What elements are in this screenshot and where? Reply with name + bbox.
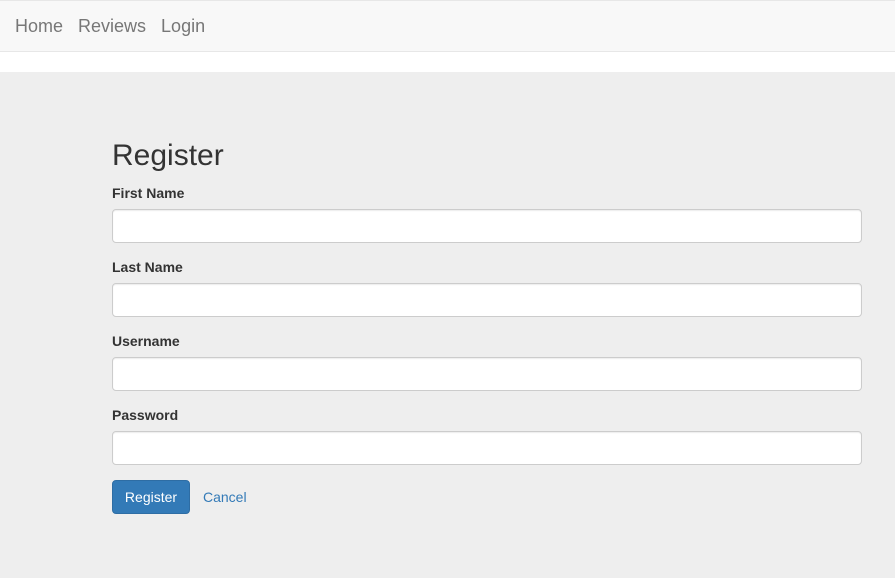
navbar: Home Reviews Login (0, 0, 895, 52)
last-name-group: Last Name (112, 259, 862, 317)
page-title: Register (112, 139, 224, 172)
password-input[interactable] (112, 431, 862, 465)
username-group: Username (112, 333, 862, 391)
content-area: Register First Name Last Name Username P… (0, 72, 895, 578)
first-name-group: First Name (112, 185, 862, 243)
nav-reviews-link[interactable]: Reviews (78, 14, 146, 38)
first-name-input[interactable] (112, 209, 862, 243)
nav-login-link[interactable]: Login (161, 14, 205, 38)
cancel-link[interactable]: Cancel (203, 489, 247, 505)
form-actions: Register Cancel (112, 480, 862, 514)
password-group: Password (112, 407, 862, 465)
first-name-label: First Name (112, 185, 185, 201)
register-button[interactable]: Register (112, 480, 190, 514)
last-name-label: Last Name (112, 259, 183, 275)
username-input[interactable] (112, 357, 862, 391)
last-name-input[interactable] (112, 283, 862, 317)
nav-home-link[interactable]: Home (15, 14, 63, 38)
register-form: Register First Name Last Name Username P… (112, 138, 862, 514)
password-label: Password (112, 407, 179, 423)
username-label: Username (112, 333, 180, 349)
